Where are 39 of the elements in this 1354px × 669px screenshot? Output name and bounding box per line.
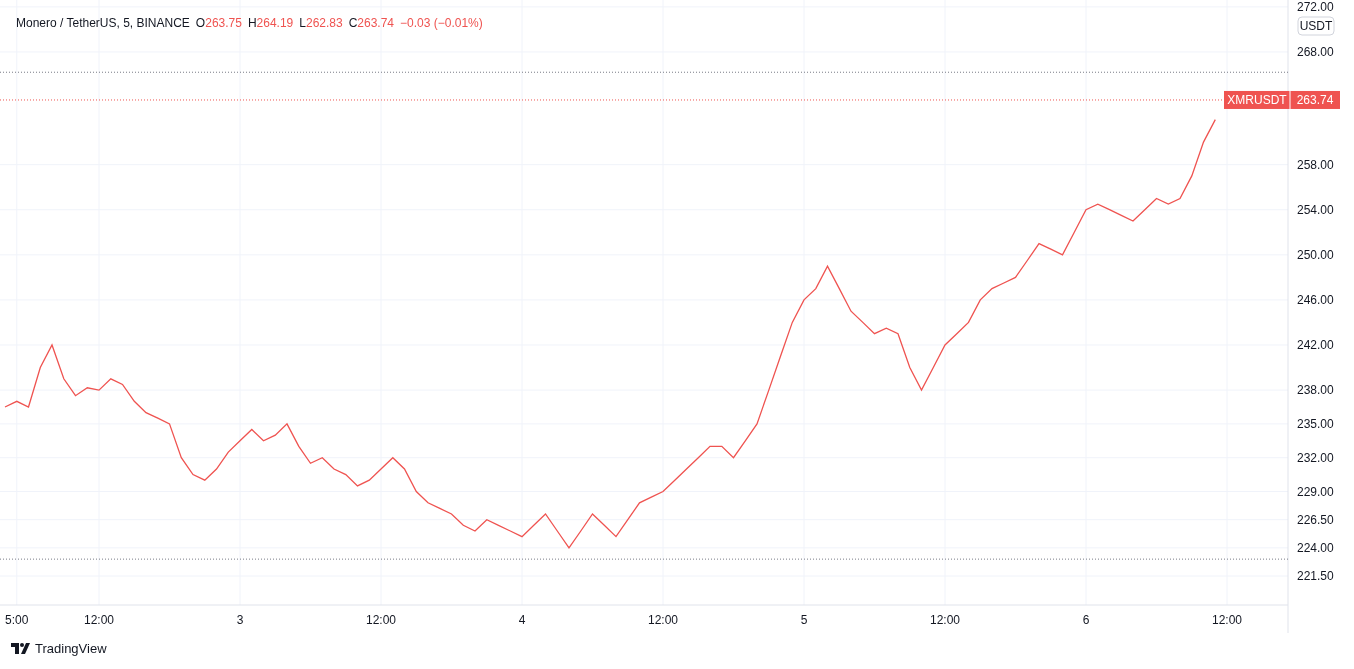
open-value: 263.75 (205, 16, 242, 30)
time-axis-label: 12:00 (84, 613, 114, 627)
price-axis-label: 272.00 (1297, 0, 1334, 14)
price-axis-label: 250.00 (1297, 247, 1334, 262)
change-value: −0.03 (−0.01%) (400, 16, 483, 30)
close-value: 263.74 (357, 16, 395, 30)
time-axis-label: 3 (236, 613, 244, 627)
time-axis-label: 12:00 (366, 613, 396, 627)
brand-name: TradingView (35, 641, 107, 656)
price-axis-label: 258.00 (1297, 157, 1334, 172)
time-axis-label: 12:00 (1212, 613, 1242, 627)
close-label: C (348, 16, 358, 30)
currency-button[interactable]: USDT (1297, 16, 1335, 36)
price-axis-label: 235.00 (1297, 416, 1334, 431)
time-axis-label: 12:00 (648, 613, 678, 627)
price-axis-label: 238.00 (1297, 383, 1334, 398)
symbol-title: Monero / TetherUS, 5, BINANCE (16, 16, 190, 30)
symbol-label: XMRUSDT (1227, 92, 1287, 107)
price-axis-label: 254.00 (1297, 202, 1334, 217)
price-axis-label: 268.00 (1297, 44, 1334, 59)
high-value: 264.19 (256, 16, 294, 30)
price-axis-label: 221.50 (1297, 569, 1334, 584)
low-label: L (299, 16, 306, 30)
price-axis-label: 226.50 (1297, 512, 1334, 527)
time-axis-label: 6 (1082, 613, 1090, 627)
logo-icon (11, 643, 30, 654)
price-axis-label: 242.00 (1297, 338, 1334, 352)
open-label: O (195, 16, 206, 30)
price-axis-label: 232.00 (1297, 450, 1334, 465)
low-value: 262.83 (305, 16, 343, 30)
price-axis-label: 224.00 (1297, 540, 1334, 555)
price-axis-label: 246.00 (1297, 292, 1334, 307)
time-axis-label: 12:00 (930, 613, 960, 627)
price-label: 263.74 (1296, 92, 1334, 107)
time-axis-label: 5:00 (5, 613, 29, 627)
time-axis-label: 5 (800, 613, 808, 627)
price-axis-label: 229.00 (1297, 484, 1334, 499)
time-axis-label: 4 (518, 613, 526, 627)
high-label: H (247, 16, 257, 30)
